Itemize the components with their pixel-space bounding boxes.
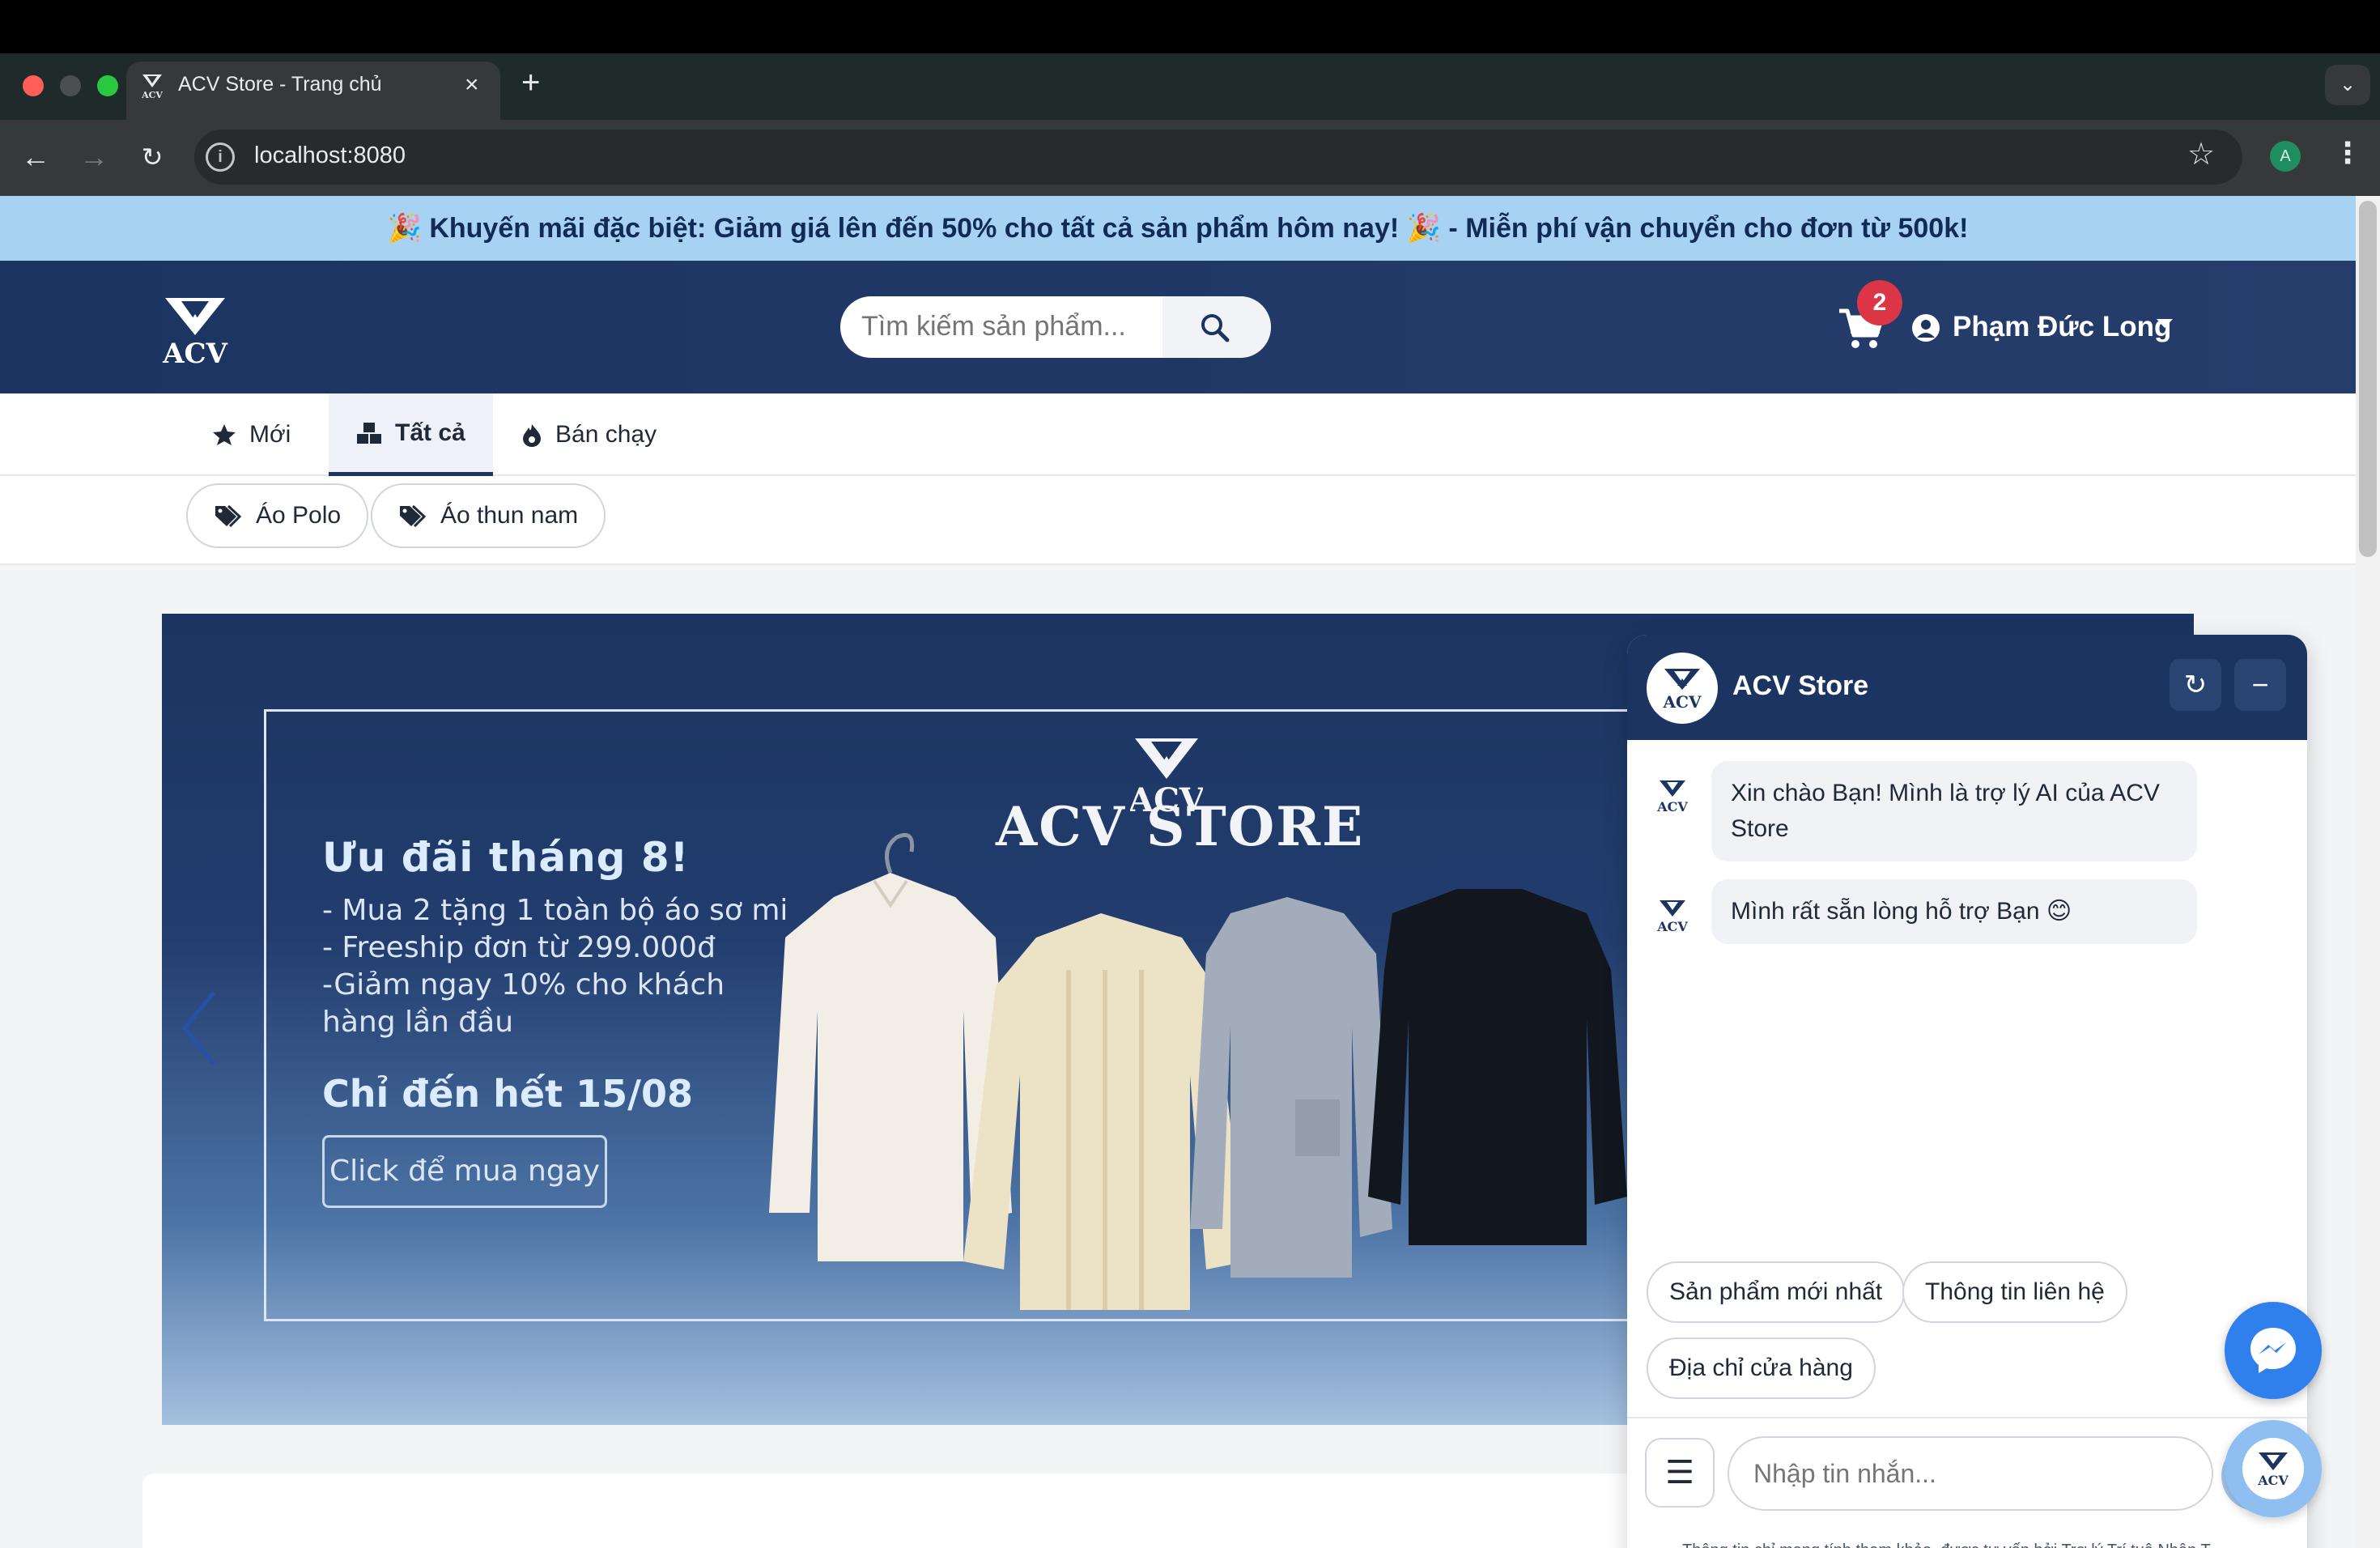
svg-text:ACV: ACV xyxy=(1656,919,1688,934)
svg-text:ACV: ACV xyxy=(1656,799,1688,814)
chat-message-input[interactable] xyxy=(1728,1436,2213,1511)
chat-menu-icon[interactable]: ☰ xyxy=(1645,1438,1715,1508)
address-bar[interactable] xyxy=(194,130,2242,185)
tab-moi[interactable]: Mới xyxy=(185,393,318,476)
chip-ao-thun-nam[interactable]: Áo thun nam xyxy=(371,483,606,548)
carousel-prev-icon[interactable] xyxy=(176,988,222,1069)
browser-menu-icon[interactable]: ⋮ xyxy=(2333,136,2362,170)
svg-text:ACV: ACV xyxy=(2257,1473,2289,1488)
chatbot-toggle-button[interactable]: ACV xyxy=(2225,1420,2322,1517)
chat-minimize-icon[interactable]: − xyxy=(2234,659,2286,711)
tab-label: Bán chạy xyxy=(555,421,657,448)
promo-banner: 🎉 Khuyến mãi đặc biệt: Giảm giá lên đến … xyxy=(0,196,2356,261)
site-logo[interactable]: ACV xyxy=(159,293,232,368)
tab-close-icon[interactable]: × xyxy=(465,71,479,99)
fire-icon xyxy=(523,424,541,447)
search-input[interactable] xyxy=(861,311,1153,342)
user-menu-name[interactable]: Phạm Đức Long xyxy=(1953,311,2171,343)
site-info-icon[interactable]: i xyxy=(206,142,235,172)
window-minimize-button[interactable] xyxy=(60,75,81,96)
tags-icon xyxy=(215,504,241,527)
chip-label: Áo thun nam xyxy=(440,502,579,529)
window-close-button[interactable] xyxy=(23,75,44,96)
cart-count-badge: 2 xyxy=(1857,280,1902,325)
new-tab-icon[interactable]: + xyxy=(521,65,540,101)
profile-avatar[interactable]: A xyxy=(2270,141,2301,172)
reload-icon[interactable]: ↻ xyxy=(131,136,173,178)
hero-deadline: Chỉ đến hết 15/08 xyxy=(322,1072,693,1116)
tags-icon xyxy=(400,504,426,527)
chat-title: ACV Store xyxy=(1732,670,1869,701)
quick-reply-button[interactable]: Sản phẩm mới nhất xyxy=(1647,1261,1906,1323)
chatbot-logo-icon: ACV xyxy=(2242,1438,2304,1499)
hero-heading: Ưu đãi tháng 8! xyxy=(322,834,690,881)
chat-widget: ACV ACV Store ↻ − ACV Xin chào Bạn! Mình… xyxy=(1627,635,2307,1548)
favicon-icon: ACV xyxy=(141,74,163,99)
bot-avatar-icon: ACV xyxy=(1656,780,1688,814)
tab-ban-chay[interactable]: Bán chạy xyxy=(494,393,684,476)
tab-label: Mới xyxy=(249,421,291,448)
search-icon xyxy=(1201,314,1230,342)
hero-shop-now-button[interactable]: Click để mua ngay xyxy=(322,1135,607,1208)
quick-reply-button[interactable]: Thông tin liên hệ xyxy=(1902,1261,2127,1323)
chat-disclaimer: Thông tin chỉ mang tính tham khảo, được … xyxy=(1682,1542,2211,1548)
chat-message-bot: Mình rất sẵn lòng hỗ trợ Bạn 😊 xyxy=(1711,879,2197,944)
svg-text:ACV: ACV xyxy=(141,90,163,99)
star-icon xyxy=(213,424,236,445)
chat-divider xyxy=(1627,1417,2307,1418)
user-menu-caret-icon[interactable] xyxy=(2157,319,2173,328)
tab-tat-ca[interactable]: Tất cả xyxy=(329,393,493,476)
scrollbar-thumb[interactable] xyxy=(2359,201,2377,557)
back-arrow-icon[interactable]: ← xyxy=(15,136,57,178)
window-maximize-button[interactable] xyxy=(97,75,118,96)
search-button[interactable] xyxy=(1162,296,1271,358)
hero-offer-line: -Giảm ngay 10% cho khách xyxy=(322,968,725,1002)
chat-refresh-icon[interactable]: ↻ xyxy=(2170,659,2221,711)
quick-reply-button[interactable]: Địa chỉ cửa hàng xyxy=(1647,1337,1876,1399)
user-circle-icon[interactable] xyxy=(1912,314,1940,342)
hero-offer-line: - Freeship đơn từ 299.000đ xyxy=(322,931,716,964)
messenger-icon xyxy=(2250,1328,2296,1373)
tab-search-chevron-icon[interactable]: ⌄ xyxy=(2325,65,2370,105)
svg-text:ACV: ACV xyxy=(1663,692,1702,712)
chat-avatar: ACV xyxy=(1647,653,1718,724)
hero-offer-line: hàng lần đầu xyxy=(322,1006,514,1039)
messenger-button[interactable] xyxy=(2225,1302,2322,1399)
web-page: 🎉 Khuyến mãi đặc biệt: Giảm giá lên đến … xyxy=(0,196,2356,1548)
tab-title: ACV Store - Trang chủ xyxy=(178,73,382,96)
boxes-icon xyxy=(357,422,381,444)
logo-text: ACV xyxy=(162,338,227,368)
bookmark-star-icon[interactable]: ☆ xyxy=(2187,136,2215,172)
chip-ao-polo[interactable]: Áo Polo xyxy=(186,483,369,548)
bot-avatar-icon: ACV xyxy=(1656,900,1688,934)
url-text[interactable]: localhost:8080 xyxy=(254,142,406,169)
chat-message-bot: Xin chào Bạn! Mình là trợ lý AI của ACV … xyxy=(1711,761,2197,861)
tab-label: Tất cả xyxy=(395,419,465,446)
chip-label: Áo Polo xyxy=(256,502,342,529)
forward-arrow-icon[interactable]: → xyxy=(73,136,115,178)
hero-offer-line: - Mua 2 tặng 1 toàn bộ áo sơ mi xyxy=(322,894,788,927)
